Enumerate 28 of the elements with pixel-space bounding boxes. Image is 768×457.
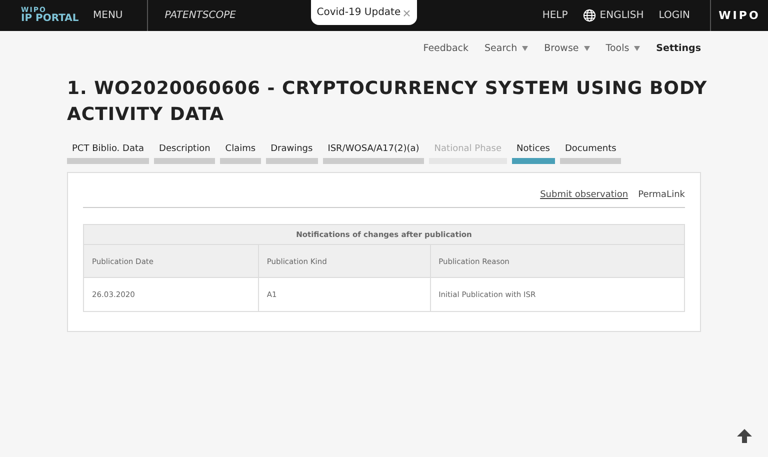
nav-link[interactable]: Search bbox=[484, 43, 528, 54]
page-title: 1. WO2020060606 - CRYPTOCURRENCY SYSTEM USING BODY ACTIVITY DATA bbox=[67, 77, 708, 127]
caret-icon bbox=[522, 46, 528, 51]
wipo-logo[interactable]: WIPO bbox=[710, 0, 768, 31]
tab[interactable]: Documents bbox=[560, 144, 622, 164]
banner-text[interactable]: Covid-19 Update bbox=[316, 7, 401, 18]
caret-icon bbox=[634, 46, 640, 51]
nav-link[interactable]: Settings bbox=[656, 43, 701, 54]
panel-link[interactable]: Submit observation bbox=[540, 190, 628, 200]
header-link[interactable]: LOGIN bbox=[658, 10, 690, 21]
tab[interactable]: Drawings bbox=[266, 144, 318, 164]
covid-banner[interactable]: Covid-19 Update× bbox=[310, 0, 417, 25]
product-link[interactable]: PATENTSCOPE bbox=[164, 10, 311, 21]
tab[interactable]: Notices bbox=[512, 144, 555, 164]
header-link[interactable]: HELP bbox=[542, 10, 568, 21]
header-link[interactable]: ENGLISH bbox=[582, 9, 644, 22]
nav-link[interactable]: Tools bbox=[606, 43, 640, 54]
caret-icon bbox=[584, 46, 590, 51]
tab[interactable]: Claims bbox=[220, 144, 261, 164]
nav-link[interactable]: Feedback bbox=[423, 43, 469, 54]
arrow-up-icon[interactable] bbox=[737, 429, 752, 443]
globe-icon bbox=[582, 9, 596, 22]
tab[interactable]: ISR/WOSA/A17(2)(a) bbox=[322, 144, 424, 164]
panel-link[interactable]: PermaLink bbox=[638, 190, 685, 200]
tab[interactable]: Description bbox=[154, 144, 216, 164]
tab[interactable]: PCT Biblio. Data bbox=[67, 144, 150, 164]
nav-link[interactable]: Browse bbox=[544, 43, 590, 54]
menu-link[interactable]: MENU bbox=[93, 10, 123, 21]
